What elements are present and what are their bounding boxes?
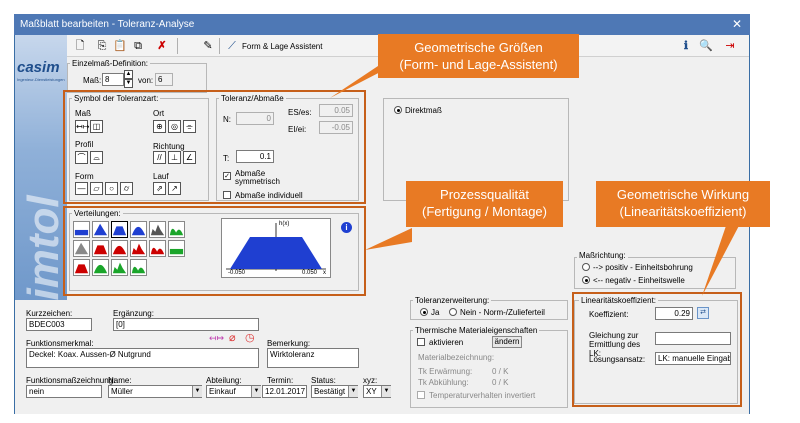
prozess-callout-pointer — [365, 228, 412, 250]
prozess-callout: Prozessqualität (Fertigung / Montage) — [406, 181, 563, 227]
wirkung-callout-pointer — [702, 220, 742, 296]
geo-groessen-callout: Geometrische Größen (Form- und Lage-Assi… — [378, 34, 579, 78]
wirkung-callout: Geometrische Wirkung (Linearitätskoeffiz… — [596, 181, 770, 227]
